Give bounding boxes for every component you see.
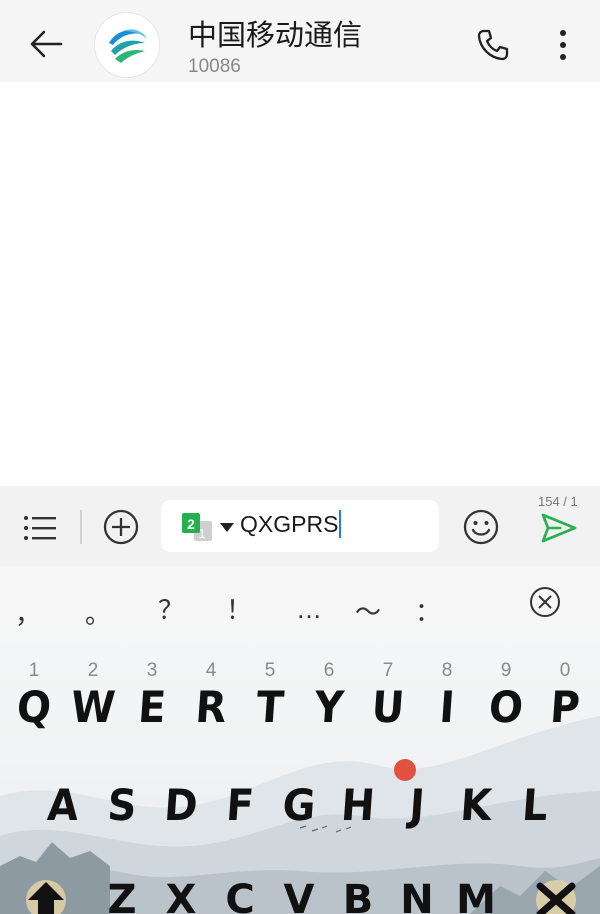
key-i[interactable]: I (419, 683, 474, 733)
more-options-button[interactable] (548, 22, 578, 68)
key-p[interactable]: P (537, 683, 592, 733)
key-z[interactable]: Z (96, 880, 148, 914)
sim-slot-number: 2 (187, 516, 195, 532)
phone-icon (477, 29, 509, 61)
key-b[interactable]: B (332, 880, 384, 914)
symbol-key-question[interactable]: ？ (153, 590, 189, 627)
key-x[interactable]: X (155, 880, 207, 914)
caret-down-icon (220, 523, 234, 532)
message-input-value: QXGPRS (240, 511, 339, 537)
back-button[interactable] (24, 22, 68, 66)
plus-circle-icon (103, 509, 139, 545)
symbol-key-period[interactable]: 。 (80, 594, 116, 631)
key-n[interactable]: N (391, 880, 443, 914)
key-t[interactable]: T (242, 683, 297, 733)
number-hint: 2 (87, 660, 99, 681)
shift-key[interactable] (20, 878, 72, 914)
sim-selector[interactable]: 1 2 (180, 511, 216, 543)
key-q[interactable]: Q (6, 683, 61, 733)
sim-dropdown-button[interactable] (219, 520, 235, 532)
symbol-key-tilde[interactable]: ～ (350, 592, 386, 629)
key-u[interactable]: U (360, 683, 415, 733)
number-hint: 3 (146, 660, 158, 681)
delete-key[interactable] (530, 878, 582, 914)
number-hint: 9 (500, 660, 512, 681)
number-hint: 7 (382, 660, 394, 681)
list-icon (24, 516, 56, 540)
key-s[interactable]: S (94, 781, 149, 831)
contact-name: 中国移动通信 (188, 18, 363, 52)
avatar[interactable] (94, 12, 160, 78)
key-r[interactable]: R (183, 683, 238, 733)
key-a[interactable]: A (35, 781, 90, 831)
number-hint: 4 (205, 660, 217, 681)
key-c[interactable]: C (214, 880, 266, 914)
send-icon (541, 513, 577, 543)
arrow-left-icon (30, 30, 63, 58)
symbol-key-comma[interactable]: ， (10, 594, 46, 631)
key-h[interactable]: H (330, 781, 385, 831)
sim-card-icon: 1 2 (182, 513, 212, 541)
china-mobile-logo (109, 29, 147, 63)
number-hint: 0 (559, 660, 571, 681)
number-hint: 5 (264, 660, 276, 681)
key-o[interactable]: O (478, 683, 533, 733)
circle-x-icon (530, 587, 560, 617)
message-list[interactable] (0, 82, 600, 486)
composer-divider (80, 510, 82, 544)
number-hint: 8 (441, 660, 453, 681)
key-d[interactable]: D (153, 781, 208, 831)
number-hint: 1 (28, 660, 40, 681)
more-vertical-icon (560, 30, 566, 60)
message-input[interactable]: QXGPRS (240, 510, 342, 538)
attach-button[interactable] (100, 506, 142, 548)
call-button[interactable] (470, 22, 516, 68)
number-hint: 6 (323, 660, 335, 681)
character-counter: 154 / 1 (538, 494, 578, 509)
clear-symbols-button[interactable] (529, 586, 561, 618)
menu-button[interactable] (20, 508, 60, 548)
key-w[interactable]: W (65, 683, 120, 733)
key-f[interactable]: F (212, 781, 267, 831)
key-g[interactable]: G (271, 781, 326, 831)
symbol-key-ellipsis[interactable]: … (291, 594, 327, 625)
text-cursor (339, 510, 342, 538)
key-y[interactable]: Y (301, 683, 356, 733)
contact-number: 10086 (188, 56, 241, 77)
key-l[interactable]: L (507, 781, 562, 831)
symbol-key-exclamation[interactable]: ！ (221, 590, 257, 627)
key-j[interactable]: J (389, 781, 444, 831)
backspace-icon (536, 880, 576, 914)
smiley-icon (463, 509, 499, 545)
emoji-button[interactable] (460, 506, 502, 548)
key-m[interactable]: M (450, 880, 502, 914)
symbol-key-colon[interactable]: ： (410, 592, 446, 629)
send-button[interactable] (538, 510, 580, 546)
shift-arrow-icon (26, 880, 66, 914)
key-e[interactable]: E (124, 683, 179, 733)
key-v[interactable]: V (273, 880, 325, 914)
key-k[interactable]: K (448, 781, 503, 831)
